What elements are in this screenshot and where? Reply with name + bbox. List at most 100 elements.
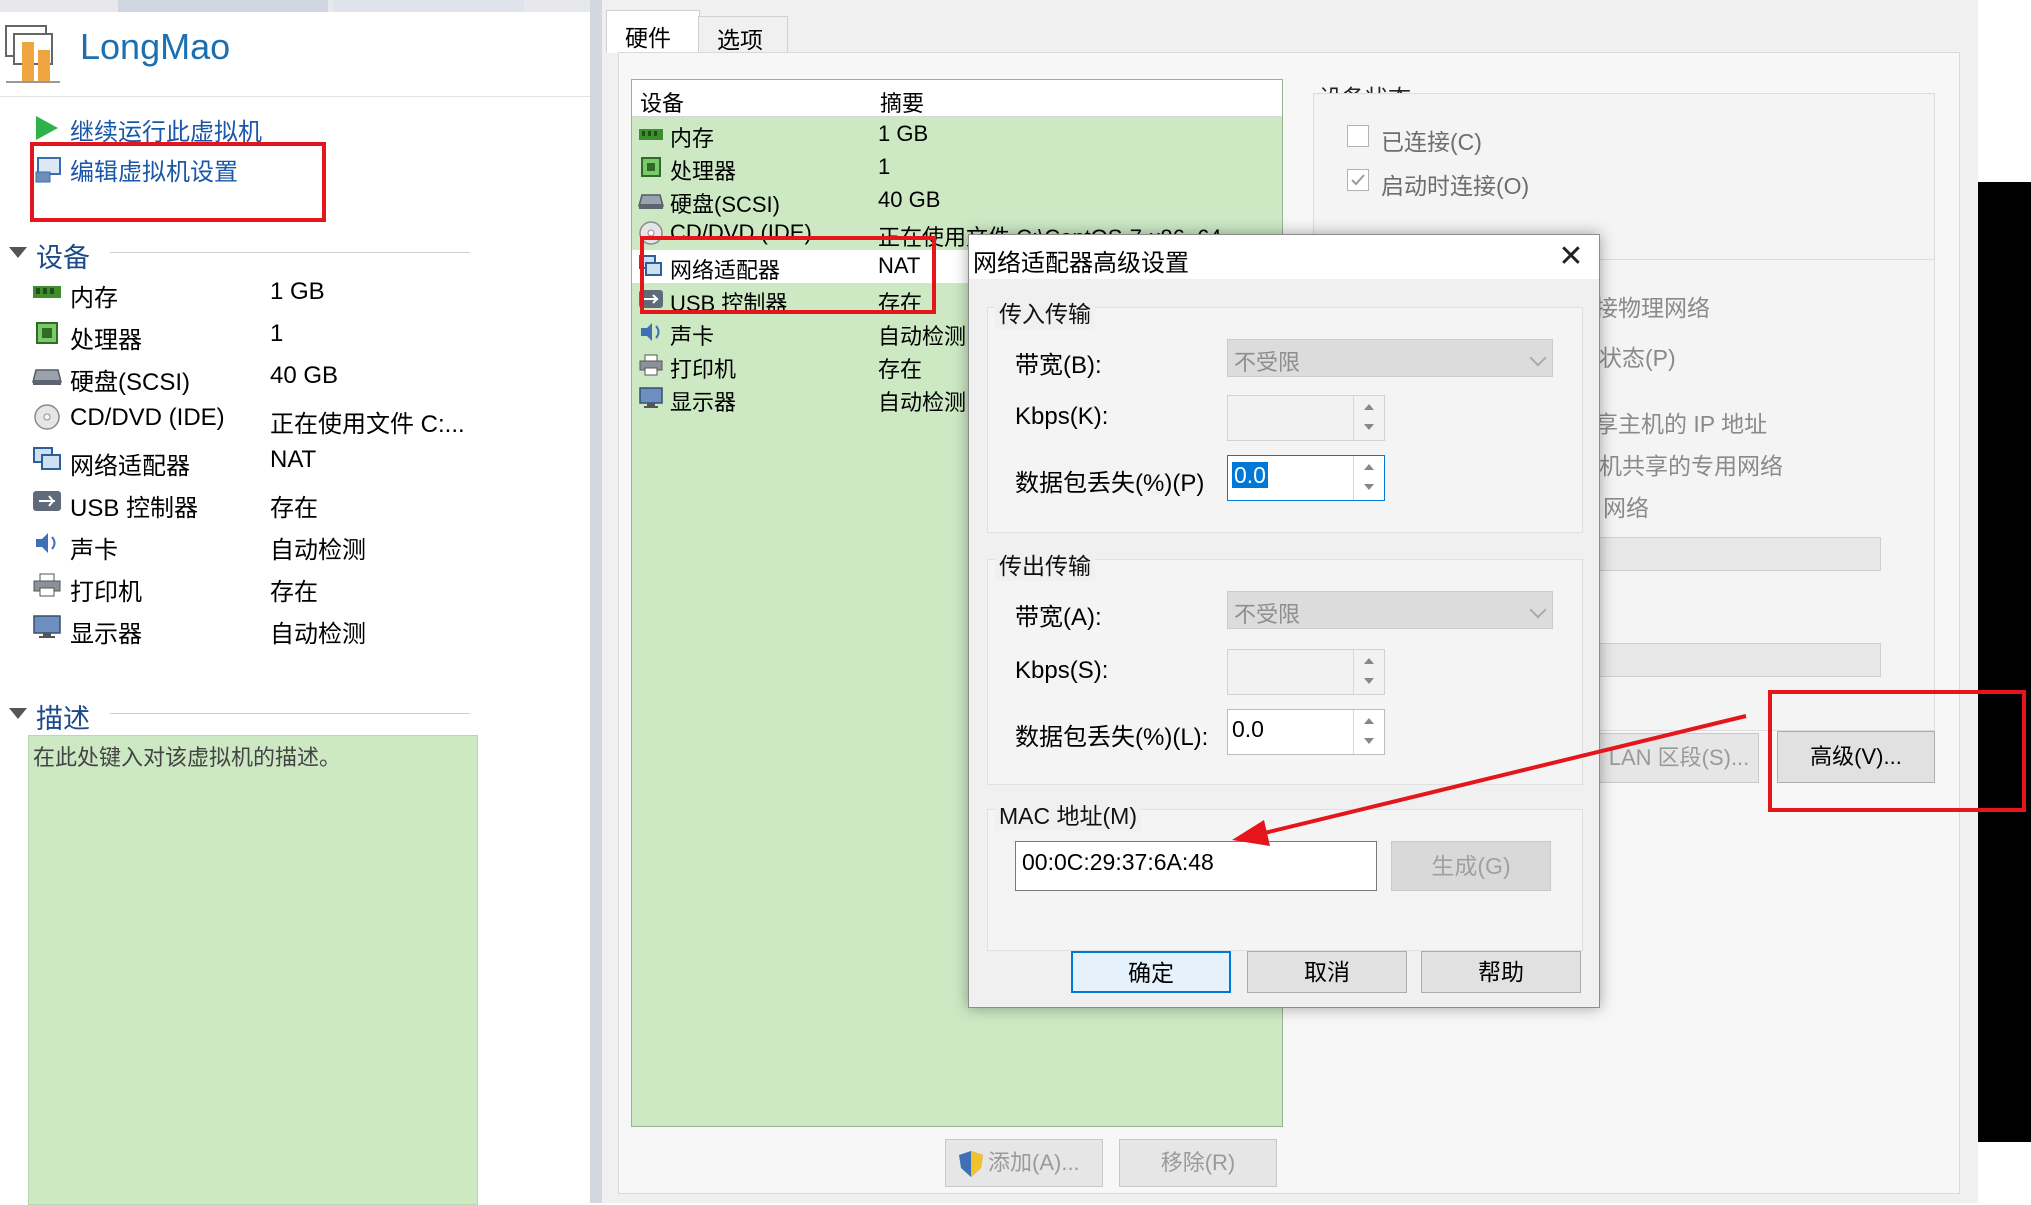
harddisk-icon — [638, 194, 664, 209]
device-name: 显示器 — [70, 621, 142, 648]
outgoing-loss-label: 数据包丢失(%)(L): — [1015, 724, 1209, 751]
device-name: 内存 — [670, 126, 715, 151]
cancel-button[interactable]: 取消 — [1247, 951, 1407, 993]
device-row-printer[interactable]: 打印机 存在 — [32, 566, 482, 606]
monitor-icon — [639, 387, 663, 408]
incoming-kbps-label: Kbps(K): — [1015, 403, 1109, 430]
ok-button[interactable]: 确定 — [1071, 951, 1231, 993]
outgoing-title: 传出传输 — [995, 547, 1095, 581]
incoming-loss-stepper[interactable]: 0.0 — [1227, 455, 1385, 501]
list-item-memory[interactable]: 内存 1 GB — [632, 118, 1282, 151]
chevron-down-icon — [1529, 349, 1547, 367]
add-device-label: 添加(A)... — [988, 1150, 1080, 1175]
device-row-usb[interactable]: USB 控制器 存在 — [32, 482, 482, 522]
incoming-bandwidth-select[interactable]: 不受限 — [1227, 339, 1553, 377]
device-summary: 存在 — [878, 357, 923, 382]
device-name: 声卡 — [670, 324, 715, 349]
incoming-loss-label: 数据包丢失(%)(P) — [1015, 470, 1205, 497]
dialog-titlebar[interactable]: 网络适配器高级设置 ✕ — [969, 235, 1599, 279]
outgoing-bandwidth-select[interactable]: 不受限 — [1227, 591, 1553, 629]
annotation-box-network-adapter — [640, 236, 936, 314]
tab-label: 硬件 — [625, 25, 671, 51]
tab-hardware[interactable]: 硬件 — [606, 10, 700, 53]
incoming-kbps-stepper[interactable] — [1227, 395, 1385, 441]
device-summary: 40 GB — [878, 187, 941, 212]
vm-summary-panel: LongMao 继续运行此虚拟机 编辑虚拟机设置 设备 内存 1 GB 处理器 … — [0, 0, 590, 1205]
device-row-memory[interactable]: 内存 1 GB — [32, 272, 482, 312]
replicate-state-text[interactable]: 状态(P) — [1599, 339, 1676, 373]
collapse-description-icon[interactable] — [9, 708, 27, 719]
remove-device-button[interactable]: 移除(R) — [1119, 1139, 1277, 1187]
incoming-loss-value: 0.0 — [1232, 462, 1268, 488]
connect-on-start-checkbox[interactable] — [1347, 169, 1369, 191]
memory-icon — [639, 129, 663, 140]
incoming-bandwidth-label: 带宽(B): — [1015, 352, 1102, 379]
description-placeholder: 在此处键入对该虚拟机的描述。 — [33, 745, 342, 770]
column-device[interactable]: 设备 — [640, 86, 684, 118]
vm-title: LongMao — [80, 26, 231, 67]
connected-checkbox[interactable] — [1347, 125, 1369, 147]
device-row-harddisk[interactable]: 硬盘(SCSI) 40 GB — [32, 356, 482, 396]
outgoing-kbps-label: Kbps(S): — [1015, 657, 1109, 684]
dialog-title: 网络适配器高级设置 — [973, 250, 1189, 277]
annotation-arrow-icon — [1232, 714, 1747, 846]
outgoing-bandwidth-label: 带宽(A): — [1015, 604, 1102, 631]
cpu-icon — [641, 157, 661, 177]
list-item-harddisk[interactable]: 硬盘(SCSI) 40 GB — [632, 184, 1282, 217]
usb-icon — [33, 491, 61, 511]
help-button[interactable]: 帮助 — [1421, 951, 1581, 993]
help-label: 帮助 — [1478, 959, 1524, 985]
tab-fragment[interactable] — [334, 0, 524, 12]
host-only-option-text[interactable]: 机共享的专用网络 — [1599, 447, 1783, 481]
divider — [110, 252, 470, 253]
device-row-monitor[interactable]: 显示器 自动检测 — [32, 608, 482, 648]
device-row-cdrom[interactable]: CD/DVD (IDE) 正在使用文件 C:... — [32, 398, 482, 438]
custom-network-select[interactable] — [1599, 537, 1881, 571]
spin-buttons[interactable] — [1353, 396, 1384, 440]
mac-title: MAC 地址(M) — [995, 797, 1141, 831]
outgoing-kbps-stepper[interactable] — [1227, 649, 1385, 695]
column-summary[interactable]: 摘要 — [880, 86, 924, 118]
printer-icon — [639, 354, 663, 376]
tab-options[interactable]: 选项 — [698, 16, 788, 53]
printer-icon — [33, 573, 61, 597]
device-name: 打印机 — [70, 579, 142, 606]
memory-icon — [33, 286, 61, 298]
device-name: 显示器 — [670, 390, 737, 415]
close-icon[interactable]: ✕ — [1553, 239, 1589, 275]
nat-option-text[interactable]: 享主机的 IP 地址 — [1595, 405, 1767, 439]
vm-logo-icon — [4, 22, 62, 84]
mac-address-value: 00:0C:29:37:6A:48 — [1022, 849, 1214, 875]
sound-icon — [641, 323, 660, 341]
tab-fragment[interactable] — [118, 0, 328, 12]
device-value: 存在 — [270, 495, 318, 522]
device-name: 硬盘(SCSI) — [670, 192, 781, 217]
device-row-network[interactable]: 网络适配器 NAT — [32, 440, 482, 480]
description-heading: 描述 — [36, 704, 90, 734]
device-value: 自动检测 — [270, 537, 366, 564]
connected-label: 已连接(C) — [1381, 129, 1482, 155]
description-field[interactable]: 在此处键入对该虚拟机的描述。 — [28, 735, 478, 1205]
custom-network-text[interactable]: 网络 — [1603, 489, 1649, 523]
power-on-action[interactable]: 继续运行此虚拟机 — [34, 112, 334, 146]
checkmark-icon — [1351, 174, 1365, 186]
panel-divider — [590, 0, 602, 1203]
device-list-header: 设备 摘要 — [632, 80, 1282, 117]
lan-segment-select[interactable] — [1599, 643, 1881, 677]
device-row-cpu[interactable]: 处理器 1 — [32, 314, 482, 354]
device-row-sound[interactable]: 声卡 自动检测 — [32, 524, 482, 564]
device-value: 1 GB — [270, 278, 325, 305]
list-item-cpu[interactable]: 处理器 1 — [632, 151, 1282, 184]
spin-buttons[interactable] — [1353, 650, 1384, 694]
remove-device-label: 移除(R) — [1160, 1150, 1236, 1175]
play-icon — [36, 116, 58, 140]
bridged-option-text[interactable]: 接物理网络 — [1595, 289, 1710, 323]
device-value: 自动检测 — [270, 621, 366, 648]
cpu-icon — [36, 322, 58, 344]
divider — [0, 96, 590, 97]
spin-buttons[interactable] — [1353, 456, 1384, 500]
device-summary: 1 GB — [878, 121, 929, 146]
add-device-button[interactable]: 添加(A)... — [945, 1139, 1103, 1187]
collapse-devices-icon[interactable] — [9, 247, 27, 258]
sound-icon — [36, 533, 56, 553]
